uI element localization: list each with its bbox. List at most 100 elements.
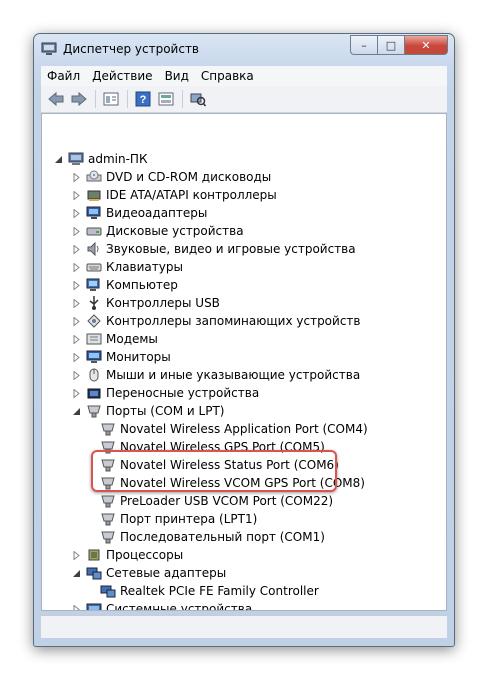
port-child-icon <box>100 439 116 455</box>
properties-button[interactable] <box>100 88 122 110</box>
modem-icon <box>86 331 102 347</box>
tree-item-label: Порт принтера (LPT1) <box>120 512 258 526</box>
update-driver-button[interactable] <box>155 88 177 110</box>
tree-item-label: PreLoader USB VCOM Port (COM22) <box>120 494 334 508</box>
collapsed-arrow-icon[interactable] <box>72 280 81 290</box>
port-device-item[interactable]: PreLoader USB VCOM Port (COM22) <box>100 492 333 510</box>
expanded-arrow-icon[interactable] <box>54 155 63 164</box>
network-device-item[interactable]: Realtek PCIe FE Family Controller <box>100 582 319 600</box>
scan-hardware-button[interactable] <box>187 88 209 110</box>
properties-icon <box>103 92 119 106</box>
expanded-arrow-icon[interactable] <box>72 569 81 578</box>
menu-action[interactable]: Действие <box>86 69 158 83</box>
collapsed-arrow-icon[interactable] <box>72 388 81 398</box>
tree-node-keyboard[interactable]: Клавиатуры <box>72 258 183 276</box>
tree-node-port[interactable]: Порты (COM и LPT) <box>72 402 224 420</box>
tree-item-label: Системные устройства <box>106 602 253 611</box>
tree-node-usb[interactable]: Контроллеры USB <box>72 294 220 312</box>
close-button[interactable]: ✕ <box>404 35 448 55</box>
tree-item-label: Сетевые адаптеры <box>106 566 227 580</box>
collapsed-arrow-icon[interactable] <box>72 298 81 308</box>
toolbar-separator <box>182 90 183 108</box>
tree-item-label: Novatel Wireless Status Port (COM6) <box>120 458 339 472</box>
collapsed-arrow-icon[interactable] <box>72 550 81 560</box>
title-bar[interactable]: Диспетчер устройств – □ ✕ <box>34 34 454 64</box>
tree-node-processor[interactable]: Процессоры <box>72 546 183 564</box>
tree-node-sound[interactable]: Звуковые, видео и игровые устройства <box>72 240 356 258</box>
tree-node-dvd[interactable]: DVD и CD-ROM дисководы <box>72 168 271 186</box>
tree-node-monitor[interactable]: Мониторы <box>72 348 171 366</box>
window-title: Диспетчер устройств <box>63 42 200 56</box>
network-adapter-icon <box>86 565 102 581</box>
collapsed-arrow-icon[interactable] <box>72 226 81 236</box>
port-device-item[interactable]: Novatel Wireless VCOM GPS Port (COM8) <box>100 474 365 492</box>
tree-item-label: Компьютер <box>106 278 178 292</box>
tree-node-network-adapter[interactable]: Сетевые адаптеры <box>72 564 226 582</box>
computer-icon <box>86 277 102 293</box>
collapsed-arrow-icon[interactable] <box>72 370 81 380</box>
port-device-item[interactable]: Novatel Wireless Status Port (COM6) <box>100 456 339 474</box>
device-manager-window: Диспетчер устройств – □ ✕ Файл Действие … <box>33 33 455 647</box>
storage-controller-icon <box>86 313 102 329</box>
mouse-icon <box>86 367 102 383</box>
back-icon <box>48 91 64 107</box>
forward-icon <box>71 91 87 107</box>
scan-hardware-icon <box>190 93 206 107</box>
tree-node-modem[interactable]: Модемы <box>72 330 158 348</box>
tree-root-computer[interactable]: admin-ПК <box>54 150 147 168</box>
maximize-icon: □ <box>385 38 397 52</box>
toolbar: ? <box>41 86 447 113</box>
tree-item-label: IDE ATA/ATAPI контроллеры <box>106 188 277 202</box>
collapsed-arrow-icon[interactable] <box>72 190 81 200</box>
tree-item-label: Novatel Wireless GPS Port (COM5) <box>120 440 325 454</box>
keyboard-icon <box>86 259 102 275</box>
tree-node-portable-device[interactable]: Переносные устройства <box>72 384 259 402</box>
collapsed-arrow-icon[interactable] <box>72 334 81 344</box>
tree-node-mouse[interactable]: Мыши и иные указывающие устройства <box>72 366 360 384</box>
port-device-item[interactable]: Novatel Wireless Application Port (COM4) <box>100 420 368 438</box>
collapsed-arrow-icon[interactable] <box>72 316 81 326</box>
port-device-item[interactable]: Порт принтера (LPT1) <box>100 510 257 528</box>
collapsed-arrow-icon[interactable] <box>72 352 81 362</box>
port-child-icon <box>100 511 116 527</box>
device-tree: admin-ПК DVD и CD-ROM дисководы IDE ATA/AT… <box>41 113 447 611</box>
tree-node-storage-controller[interactable]: Контроллеры запоминающих устройств <box>72 312 360 330</box>
maximize-button[interactable]: □ <box>377 35 404 55</box>
tree-item-label: Контроллеры USB <box>106 296 220 310</box>
port-child-icon <box>100 457 116 473</box>
tree-node-display-adapter[interactable]: Видеоадаптеры <box>72 204 207 222</box>
port-device-item[interactable]: Novatel Wireless GPS Port (COM5) <box>100 438 325 456</box>
collapsed-arrow-icon[interactable] <box>72 262 81 272</box>
forward-button[interactable] <box>68 88 90 110</box>
collapsed-arrow-icon[interactable] <box>72 172 81 182</box>
back-button[interactable] <box>45 88 67 110</box>
status-bar <box>41 615 447 638</box>
collapsed-arrow-icon[interactable] <box>72 244 81 254</box>
menu-file[interactable]: Файл <box>41 69 86 83</box>
computer-root-icon <box>68 151 84 167</box>
tree-item-label: Видеоадаптеры <box>106 206 208 220</box>
help-button[interactable]: ? <box>132 88 154 110</box>
expanded-arrow-icon[interactable] <box>72 407 81 416</box>
display-adapter-icon <box>86 205 102 221</box>
collapsed-arrow-icon[interactable] <box>72 604 81 610</box>
tree-node-system-device[interactable]: Системные устройства <box>72 600 253 611</box>
port-device-item[interactable]: Последовательный порт (COM1) <box>100 528 325 546</box>
tree-item-label: Процессоры <box>106 548 184 562</box>
tree-item-label: Мониторы <box>106 350 171 364</box>
tree-node-computer[interactable]: Компьютер <box>72 276 178 294</box>
menu-help[interactable]: Справка <box>195 69 260 83</box>
system-device-icon <box>86 601 102 610</box>
minimize-button[interactable]: – <box>350 35 377 55</box>
tree-node-disk[interactable]: Дисковые устройства <box>72 222 244 240</box>
minimize-icon: – <box>361 38 367 52</box>
tree-item-label: Контроллеры запоминающих устройств <box>106 314 361 328</box>
menu-view[interactable]: Вид <box>159 69 195 83</box>
dvd-icon <box>86 169 102 185</box>
collapsed-arrow-icon[interactable] <box>72 208 81 218</box>
tree-node-ide[interactable]: IDE ATA/ATAPI контроллеры <box>72 186 277 204</box>
port-child-icon <box>100 493 116 509</box>
ide-icon <box>86 187 102 203</box>
port-child-icon <box>100 475 116 491</box>
processor-icon <box>86 547 102 563</box>
